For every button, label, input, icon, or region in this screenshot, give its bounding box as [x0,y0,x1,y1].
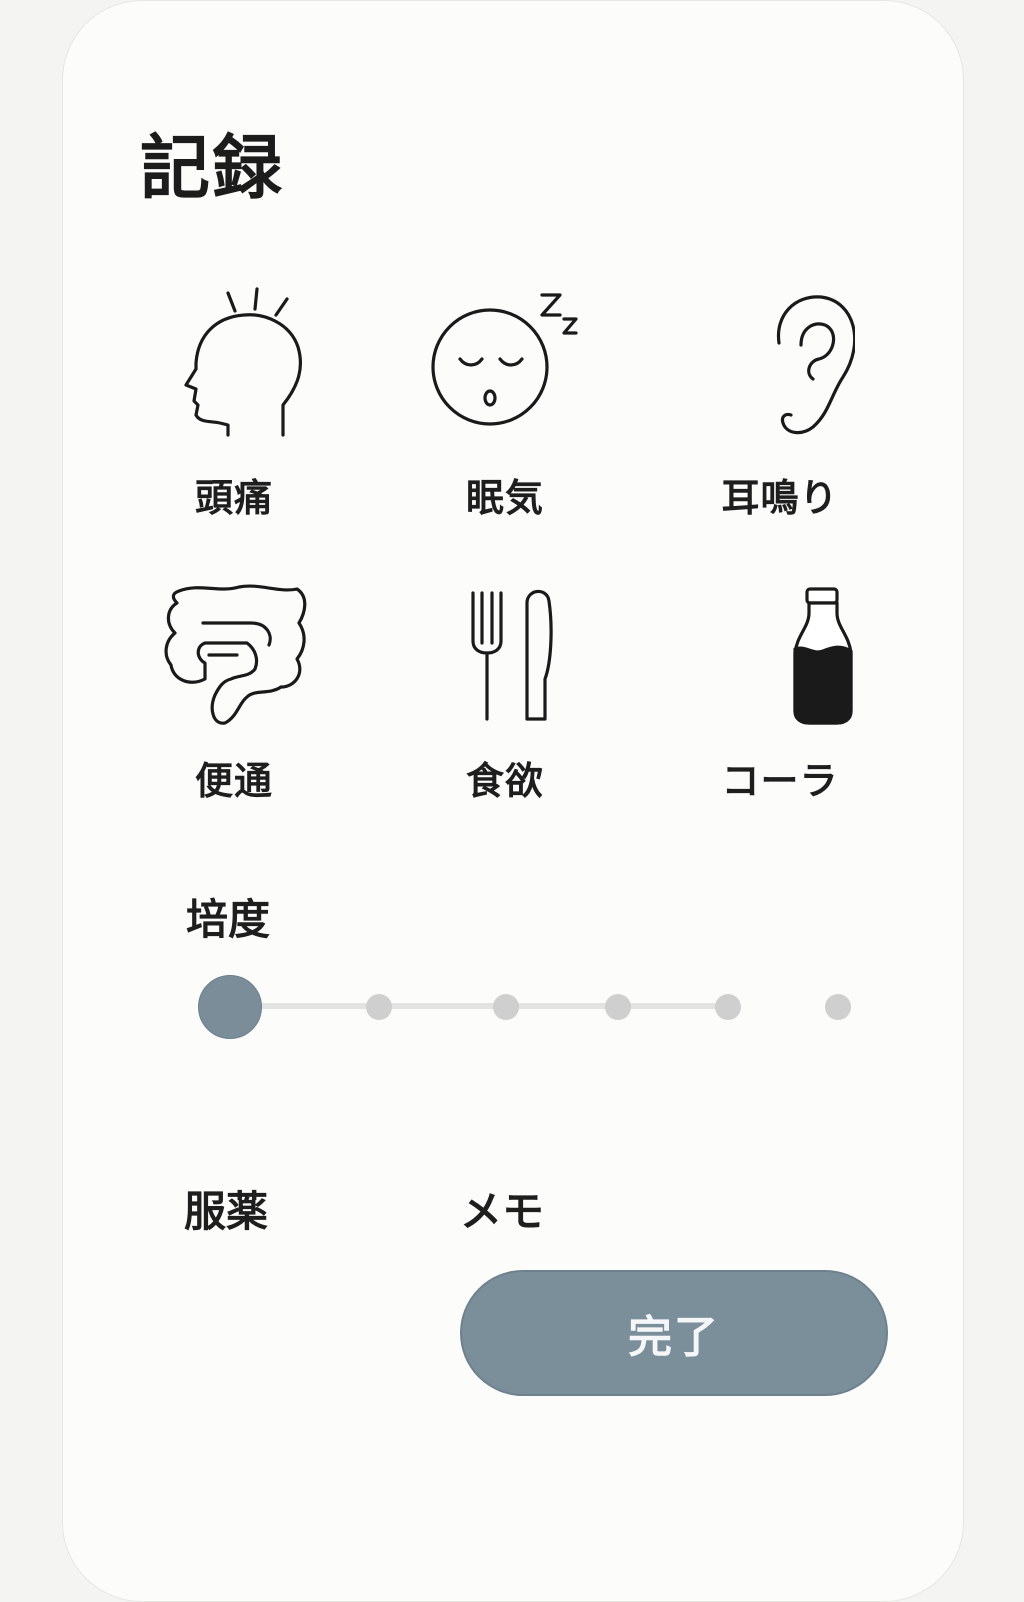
symptom-tinnitus[interactable]: 耳鳴り [660,285,900,522]
symptom-cola[interactable]: コーラ [660,583,900,805]
symptom-label: コーラ [721,759,839,803]
severity-slider[interactable] [198,975,860,1039]
fork-knife-icon [471,589,553,721]
symptom-label: 頭痛 [194,476,273,520]
symptom-appetite[interactable]: 食欲 [385,583,625,805]
slider-step[interactable] [825,994,851,1020]
sleepy-face-icon [431,293,578,426]
page-title: 記録 [140,127,284,209]
slider-step[interactable] [605,994,631,1020]
symptom-label: 眠気 [465,476,544,520]
bottle-icon [793,587,853,725]
symptom-bowel[interactable]: 便通 [114,583,354,805]
slider-knob[interactable] [198,975,262,1039]
medication-label[interactable]: 服薬 [184,1178,268,1239]
symptom-drowsiness[interactable]: 眠気 [385,285,625,522]
memo-label[interactable]: メモ [460,1178,544,1239]
intestine-icon [164,584,307,725]
symptom-label: 食欲 [465,759,544,803]
slider-step[interactable] [715,994,741,1020]
done-button[interactable]: 完了 [460,1270,888,1396]
slider-track [228,1003,720,1009]
symptom-label: 便通 [194,759,273,803]
symptom-headache[interactable]: 頭痛 [114,285,354,522]
head-pain-icon [184,287,302,437]
severity-label: 培度 [186,895,271,944]
ear-icon [776,295,855,435]
slider-step[interactable] [366,994,392,1020]
slider-step[interactable] [493,994,519,1020]
symptom-label: 耳鳴り [721,476,839,520]
